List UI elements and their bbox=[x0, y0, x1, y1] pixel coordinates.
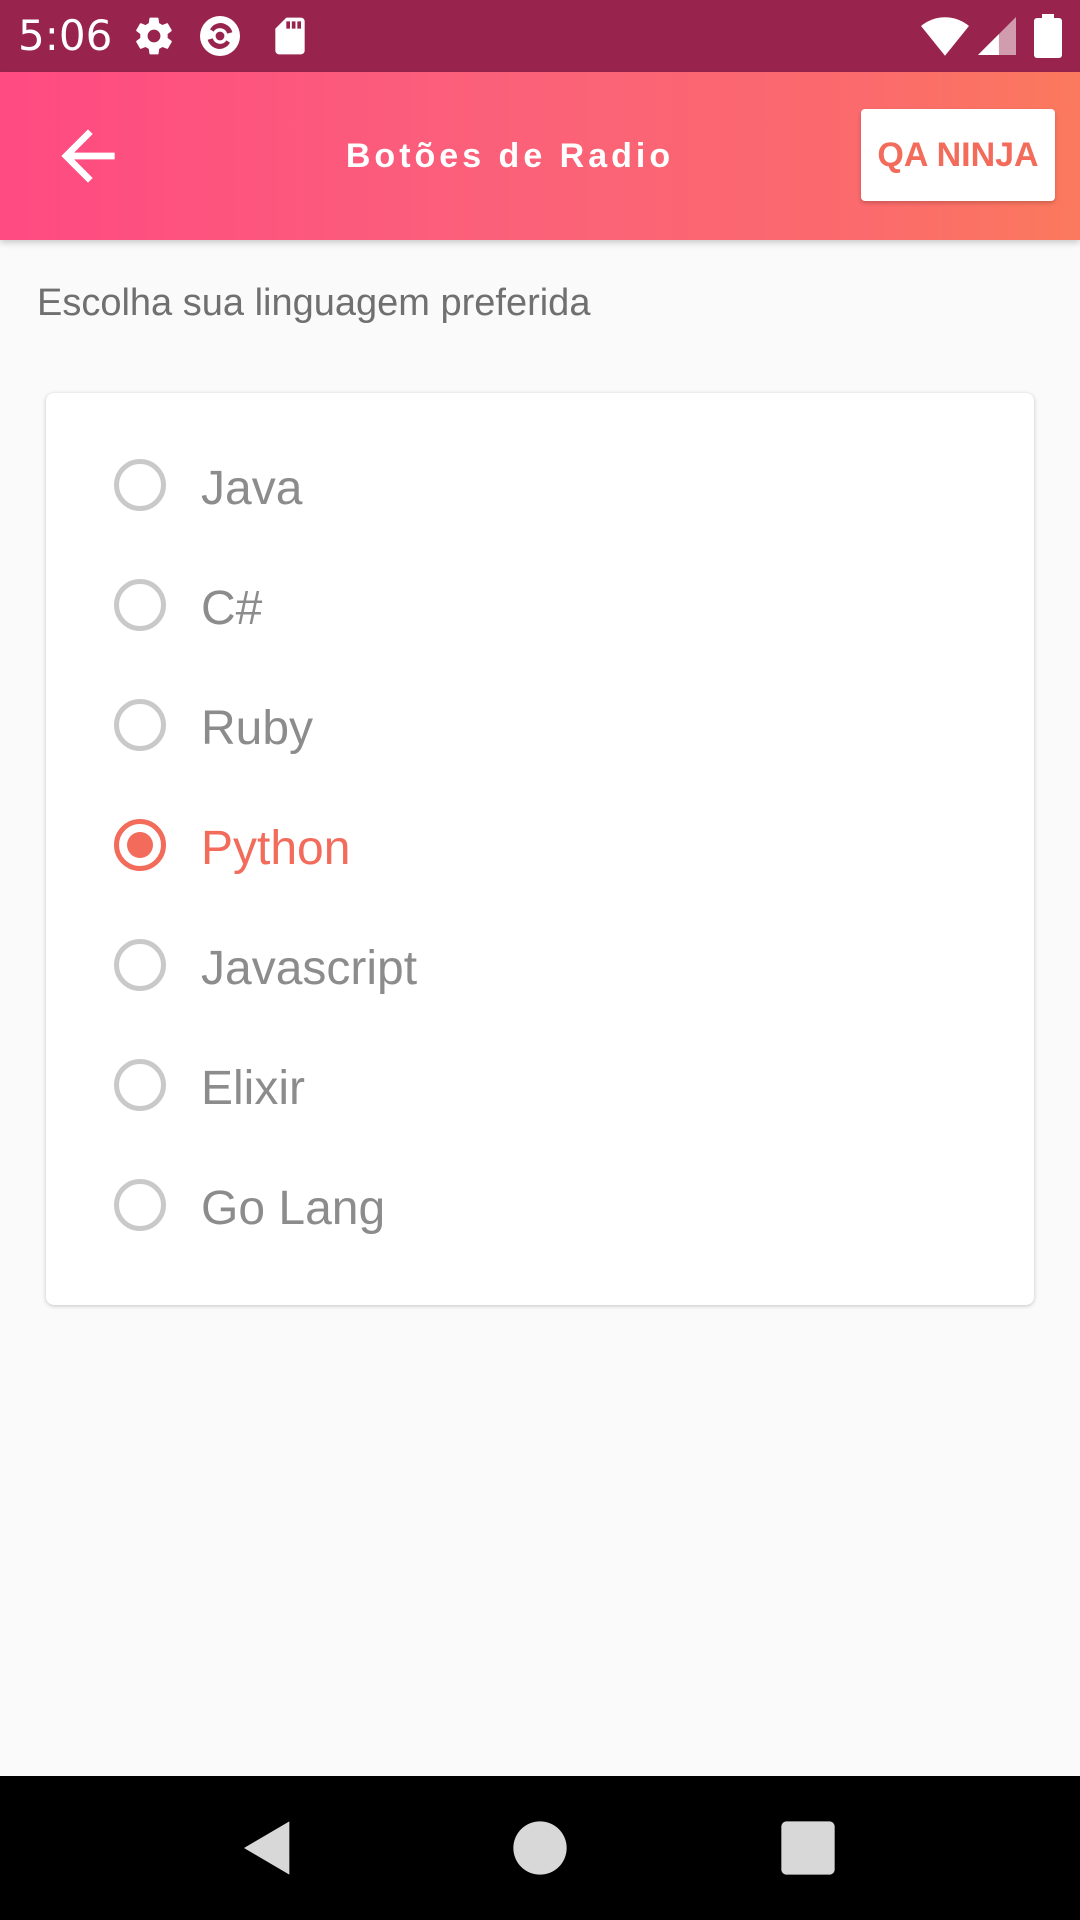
back-triangle-icon[interactable] bbox=[236, 1816, 300, 1880]
prompt-text: Escolha sua linguagem preferida bbox=[37, 282, 591, 324]
qa-ninja-button[interactable]: QA NINJA bbox=[861, 109, 1055, 201]
radio-label: Go Lang bbox=[201, 1182, 386, 1235]
radio-label: Java bbox=[201, 462, 303, 515]
status-time: 5:06 bbox=[18, 11, 113, 60]
battery-icon bbox=[1034, 14, 1062, 58]
radio-label: Ruby bbox=[201, 702, 314, 755]
wifi-icon bbox=[921, 17, 969, 56]
radio-option-csharp[interactable]: C# bbox=[106, 561, 966, 657]
status-bar: 5:06 bbox=[0, 0, 1080, 72]
radio-selected-dot bbox=[127, 832, 153, 858]
radio-button-unchecked[interactable] bbox=[114, 579, 166, 631]
radio-button-unchecked[interactable] bbox=[114, 459, 166, 511]
navigation-bar bbox=[0, 1776, 1080, 1920]
radio-label: Javascript bbox=[201, 942, 418, 995]
signal-icon bbox=[978, 17, 1016, 55]
radio-button-unchecked[interactable] bbox=[114, 699, 166, 751]
radio-option-python[interactable]: Python bbox=[106, 801, 966, 897]
radio-label: Elixir bbox=[201, 1062, 305, 1115]
sd-card-icon bbox=[275, 17, 305, 55]
radio-label: Python bbox=[201, 822, 351, 875]
recents-square-icon[interactable] bbox=[776, 1816, 840, 1880]
radio-button-unchecked[interactable] bbox=[114, 1059, 166, 1111]
radio-button-unchecked[interactable] bbox=[114, 1179, 166, 1231]
radio-label: C# bbox=[201, 582, 263, 635]
radio-option-javascript[interactable]: Javascript bbox=[106, 921, 966, 1017]
radio-button-checked[interactable] bbox=[114, 819, 166, 871]
radio-group-card: Java C# Ruby Python Javascript Elixir Go… bbox=[46, 393, 1034, 1305]
radio-option-ruby[interactable]: Ruby bbox=[106, 681, 966, 777]
home-circle-icon[interactable] bbox=[508, 1816, 572, 1880]
radio-option-go-lang[interactable]: Go Lang bbox=[106, 1161, 966, 1257]
radio-button-unchecked[interactable] bbox=[114, 939, 166, 991]
radio-option-java[interactable]: Java bbox=[106, 441, 966, 537]
radio-option-elixir[interactable]: Elixir bbox=[106, 1041, 966, 1137]
sync-icon bbox=[200, 16, 240, 56]
gear-icon bbox=[136, 17, 172, 55]
app-bar: Botões de Radio QA NINJA bbox=[0, 72, 1080, 240]
screen: 5:06 Botões de Radio QA NINJA Escolha su… bbox=[0, 0, 1080, 1920]
